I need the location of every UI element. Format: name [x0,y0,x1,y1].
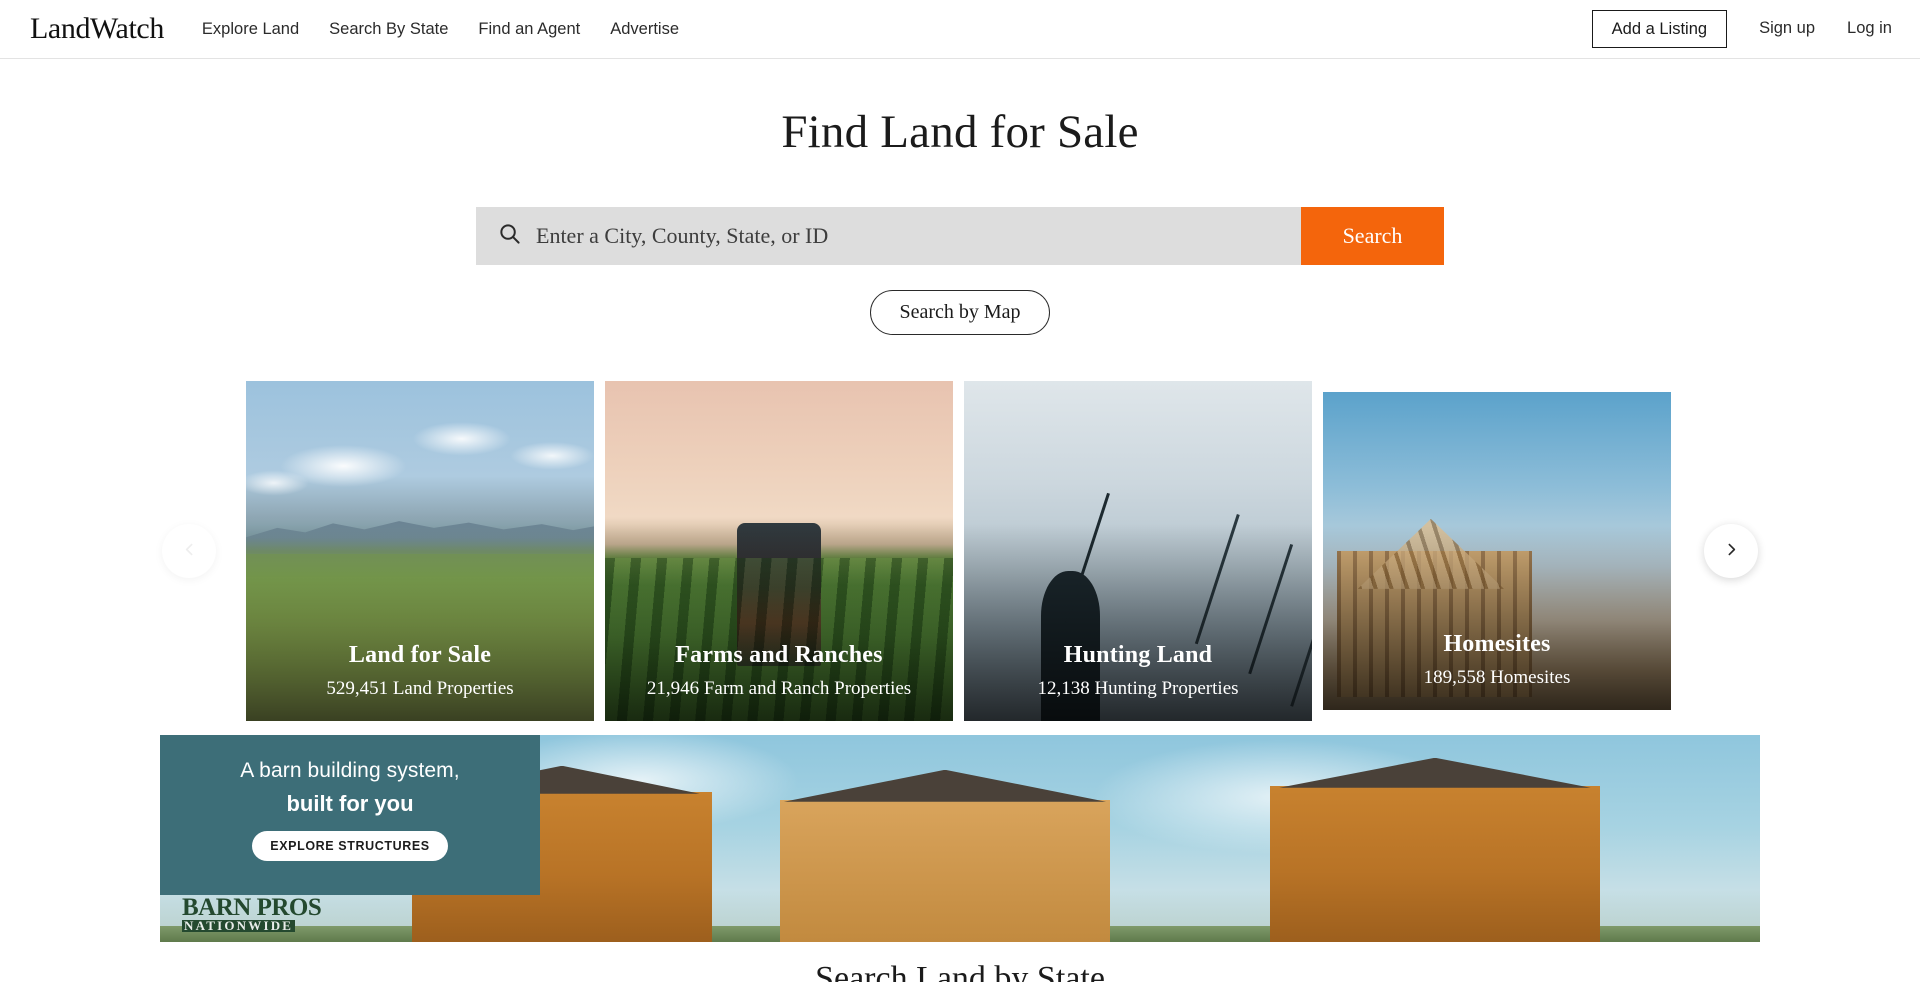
card-caption: Hunting Land 12,138 Hunting Properties [964,642,1312,700]
card-title: Homesites [1443,630,1551,657]
card-subtitle: 529,451 Land Properties [326,677,514,699]
barn-pros-logo: BARN PROS NATIONWIDE [182,893,322,934]
carousel-next-button[interactable] [1704,523,1758,578]
advertisement-banner[interactable]: A barn building system, built for you EX… [160,734,1760,942]
barn-image-right [1270,757,1600,942]
site-header: LandWatch Explore Land Search By State F… [0,0,1920,59]
nav-item-search-by-state[interactable]: Search By State [329,20,448,39]
card-caption: Farms and Ranches 21,946 Farm and Ranch … [605,642,953,700]
search-button[interactable]: Search [1301,206,1444,265]
category-card-farms-and-ranches[interactable]: Farms and Ranches 21,946 Farm and Ranch … [605,380,953,721]
ad-headline-line1: A barn building system, [240,758,460,782]
category-card-land-for-sale[interactable]: Land for Sale 529,451 Land Properties [246,380,594,721]
category-card-homesites[interactable]: Homesites 189,558 Homesites [1323,391,1671,710]
page-title: Find Land for Sale [781,106,1139,158]
landwatch-logo[interactable]: LandWatch [30,14,164,44]
search-input[interactable] [536,206,1301,265]
sign-up-link[interactable]: Sign up [1759,19,1815,38]
ad-brand-tagline: NATIONWIDE [182,917,296,933]
chevron-right-icon [1723,541,1740,561]
nav-item-explore-land[interactable]: Explore Land [202,20,299,39]
ad-headline-line2: built for you [286,790,414,816]
header-actions: Add a Listing Sign up Log in [1591,9,1892,49]
hero-section: Find Land for Sale Search Search by Map [0,59,1920,335]
map-button-wrap: Search by Map [0,289,1920,335]
main-nav: Explore Land Search By State Find an Age… [202,20,679,39]
card-title: Farms and Ranches [675,641,883,668]
carousel-prev-button[interactable] [162,523,216,578]
card-caption: Homesites 189,558 Homesites [1323,631,1671,689]
add-listing-button[interactable]: Add a Listing [1591,9,1728,49]
category-carousel: Land for Sale 529,451 Land Properties Fa… [0,380,1920,721]
card-subtitle: 21,946 Farm and Ranch Properties [646,677,912,699]
nav-item-advertise[interactable]: Advertise [610,20,679,39]
card-caption: Land for Sale 529,451 Land Properties [246,642,594,700]
search-by-map-button[interactable]: Search by Map [870,289,1050,335]
nav-item-find-an-agent[interactable]: Find an Agent [478,20,580,39]
search-field[interactable] [476,206,1301,265]
explore-structures-button[interactable]: EXPLORE STRUCTURES [252,830,448,861]
barn-image-center [780,769,1110,942]
card-title: Hunting Land [1063,641,1213,668]
ad-text-panel: A barn building system, built for you EX… [160,734,540,895]
search-bar: Search [476,206,1444,265]
search-icon [498,222,521,250]
card-title: Land for Sale [348,641,492,668]
ad-brand-name: BARN PROS [182,893,322,921]
card-subtitle: 12,138 Hunting Properties [1037,677,1239,699]
category-cards: Land for Sale 529,451 Land Properties Fa… [0,380,1920,721]
category-card-hunting-land[interactable]: Hunting Land 12,138 Hunting Properties [964,380,1312,721]
chevron-left-icon [181,541,198,561]
card-subtitle: 189,558 Homesites [1423,666,1571,688]
next-section-heading: Search Land by State [815,959,1105,982]
log-in-link[interactable]: Log in [1847,19,1892,38]
